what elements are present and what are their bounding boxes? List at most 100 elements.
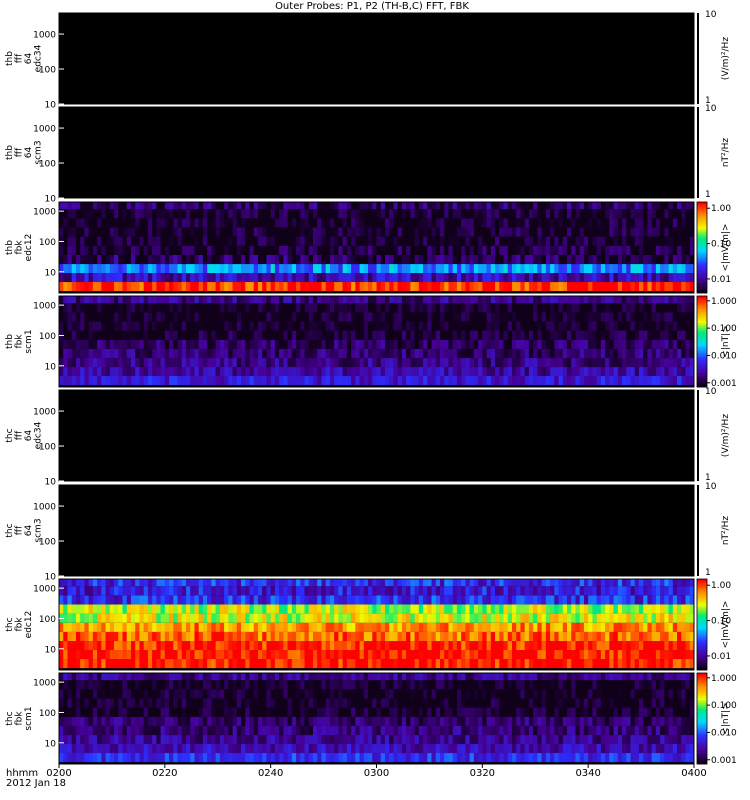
spectrogram-cell	[617, 631, 623, 642]
spectrogram-cell	[397, 579, 403, 587]
colorbar-tick-label: 1.000	[711, 297, 737, 307]
spectrogram-cell	[88, 254, 94, 265]
spectrogram-cell	[448, 264, 453, 274]
colorbar-swatch	[697, 613, 707, 616]
spectrogram-cell	[283, 273, 288, 283]
spectrogram-cell	[575, 202, 580, 210]
spectrogram-cell	[355, 367, 360, 377]
spectrogram-cell	[266, 330, 271, 340]
spectrogram-cell	[545, 303, 551, 313]
spectrogram-cell	[190, 312, 195, 322]
spectrogram-cell	[114, 650, 119, 660]
spectrogram-cell	[418, 595, 424, 605]
spectrogram-cell	[207, 586, 212, 596]
spectrogram-cell	[266, 753, 271, 763]
spectrogram-cell	[75, 604, 81, 614]
spectrogram-cell	[592, 641, 597, 651]
spectrogram-cell	[558, 245, 564, 255]
spectrogram-cell	[219, 330, 225, 340]
spectrogram-cell	[300, 358, 305, 368]
spectrogram-cell	[152, 202, 157, 210]
spectrogram-cell	[181, 579, 187, 587]
spectrogram-cell	[452, 348, 458, 359]
spectrogram-cell	[554, 312, 559, 322]
spectrogram-cell	[486, 264, 492, 274]
y-tick-label: 1000	[33, 208, 56, 218]
spectrogram-cell	[622, 348, 627, 359]
spectrogram-cell	[550, 631, 555, 642]
spectrogram-cell	[473, 236, 479, 246]
spectrogram-cell	[397, 282, 403, 292]
spectrogram-cell	[190, 358, 195, 368]
spectrogram-cell	[516, 330, 521, 340]
spectrogram-cell	[528, 303, 534, 313]
spectrogram-cell	[130, 264, 136, 274]
spectrogram-cell	[313, 254, 318, 265]
spectrogram-cell	[177, 613, 183, 623]
spectrogram-cell	[406, 659, 411, 669]
spectrogram-cell	[156, 753, 161, 763]
spectrogram-cell	[414, 339, 420, 349]
colorbar-swatch	[697, 341, 707, 345]
colorbar-swatch	[697, 265, 707, 269]
spectrogram-cell	[461, 622, 466, 632]
spectrogram-cell	[685, 296, 691, 304]
spectrogram-cell	[126, 367, 132, 377]
spectrogram-cell	[291, 273, 297, 283]
spectrogram-cell	[139, 586, 144, 596]
spectrogram-cell	[118, 264, 123, 274]
spectrogram-cell	[114, 586, 119, 596]
spectrogram-cell	[287, 613, 293, 623]
spectrogram-cell	[152, 245, 157, 255]
spectrogram-cell	[241, 296, 246, 304]
spectrogram-cell	[562, 330, 568, 340]
spectrogram-cell	[406, 273, 411, 283]
spectrogram-cell	[592, 245, 597, 255]
spectrogram-cell	[537, 367, 542, 377]
spectrogram-cell	[338, 209, 343, 219]
spectrogram-cell	[130, 579, 136, 587]
spectrogram-cell	[325, 376, 331, 386]
spectrogram-cell	[511, 631, 517, 642]
spectrogram-cell	[219, 227, 225, 237]
spectrogram-cell	[80, 264, 85, 274]
spectrogram-cell	[59, 202, 64, 210]
spectrogram-cell	[118, 753, 123, 763]
spectrogram-cell	[109, 744, 115, 754]
spectrogram-cell	[516, 218, 521, 228]
spectrogram-cell	[668, 296, 674, 304]
spectrogram-cell	[571, 330, 576, 340]
y-tick-label: 100	[39, 238, 56, 248]
spectrogram-cell	[329, 202, 335, 210]
spectrogram-cell	[626, 613, 631, 623]
spectrogram-cell	[583, 218, 589, 228]
spectrogram-cell	[219, 209, 225, 219]
spectrogram-cell	[101, 330, 106, 340]
spectrogram-cell	[456, 321, 462, 331]
spectrogram-cell	[410, 753, 415, 763]
spectrogram-cell	[304, 622, 310, 632]
spectrogram-cell	[156, 321, 161, 331]
spectrogram-cell	[431, 330, 437, 340]
spectrogram-cell	[139, 312, 144, 322]
spectrogram-cell	[97, 339, 102, 349]
spectrogram-cell	[359, 753, 365, 763]
spectrogram-cell	[681, 586, 686, 596]
colorbar-swatch	[697, 663, 707, 666]
spectrogram-cell	[329, 245, 335, 255]
spectrogram-cell	[296, 358, 301, 368]
spectrogram-cell	[588, 227, 593, 237]
spectrogram-cell	[613, 273, 619, 283]
spectrogram-cell	[622, 209, 627, 219]
spectrogram-cell	[71, 595, 77, 605]
y-tick-label: 1000	[33, 503, 56, 513]
spectrogram-cell	[249, 227, 255, 237]
spectrogram-cell	[376, 650, 382, 660]
spectrogram-cell	[262, 218, 267, 228]
spectrogram-cell	[562, 227, 568, 237]
spectrogram-cell	[528, 227, 534, 237]
colorbar-swatch	[697, 238, 707, 241]
colorbar-swatch	[697, 617, 707, 621]
spectrogram-cell	[198, 330, 204, 340]
spectrogram-cell	[215, 376, 221, 386]
